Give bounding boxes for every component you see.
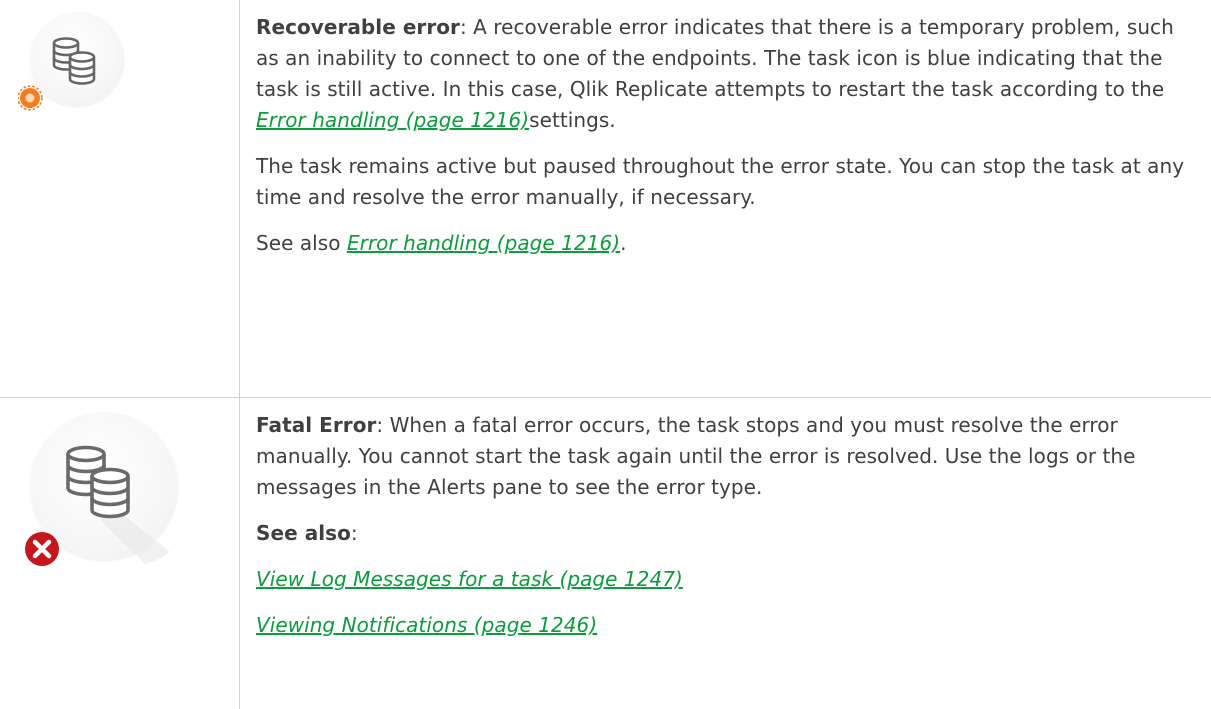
- error-handling-link[interactable]: Error handling (page 1216): [256, 108, 529, 132]
- paragraph-see-also: See also Error handling (page 1216).: [256, 228, 1195, 259]
- viewing-notifications-link[interactable]: Viewing Notifications (page 1246): [256, 613, 597, 637]
- icon-cell: [0, 398, 240, 709]
- see-also-label: See also: [256, 521, 351, 545]
- fatal-description-text: : When a fatal error occurs, the task st…: [256, 413, 1136, 499]
- see-also-period: .: [620, 231, 626, 255]
- description-cell: Recoverable error: A recoverable error i…: [240, 0, 1211, 398]
- see-also-text: See also: [256, 231, 347, 255]
- term-fatal-error: Fatal Error: [256, 413, 376, 437]
- table-row-recoverable-error: Recoverable error: A recoverable error i…: [0, 0, 1211, 398]
- paragraph-paused-info: The task remains active but paused throu…: [256, 151, 1195, 213]
- database-fatal-error-icon: [20, 412, 190, 592]
- term-recoverable-error: Recoverable error: [256, 15, 460, 39]
- paragraph-recoverable-description: Recoverable error: A recoverable error i…: [256, 12, 1195, 136]
- view-log-messages-link[interactable]: View Log Messages for a task (page 1247): [256, 567, 683, 591]
- paragraph-see-also-heading: See also:: [256, 518, 1195, 549]
- paragraph-link-notifications: Viewing Notifications (page 1246): [256, 610, 1195, 641]
- paragraph-fatal-description: Fatal Error: When a fatal error occurs, …: [256, 410, 1195, 503]
- see-also-error-handling-link[interactable]: Error handling (page 1216): [347, 231, 620, 255]
- paragraph-link-log-messages: View Log Messages for a task (page 1247): [256, 564, 1195, 595]
- description-cell: Fatal Error: When a fatal error occurs, …: [240, 398, 1211, 709]
- database-recoverable-error-icon: [18, 12, 128, 122]
- table-row-fatal-error: Fatal Error: When a fatal error occurs, …: [0, 398, 1211, 709]
- icon-cell: [0, 0, 240, 398]
- task-status-table: Recoverable error: A recoverable error i…: [0, 0, 1211, 709]
- recoverable-description-end: settings.: [529, 108, 616, 132]
- see-also-colon: :: [351, 521, 358, 545]
